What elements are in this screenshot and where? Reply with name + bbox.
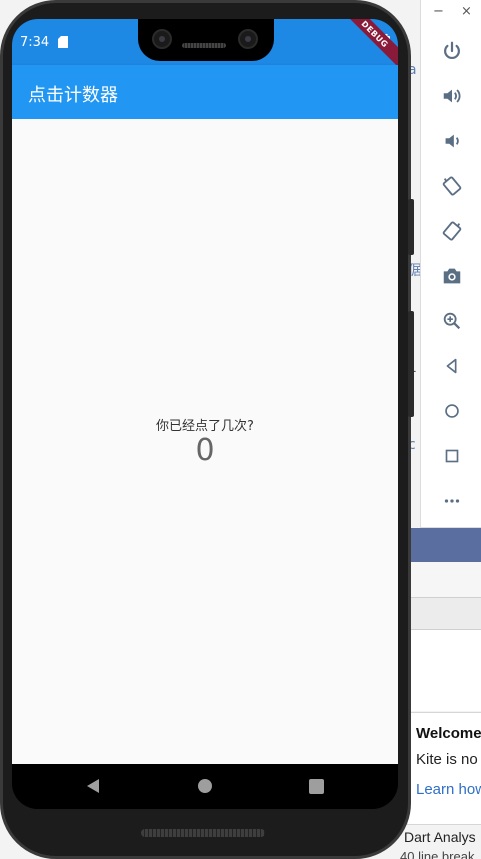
front-camera-icon [238,29,258,49]
rotate-right-button[interactable] [437,216,467,246]
nav-back-button[interactable] [83,776,103,796]
counter-value: 0 [195,433,215,468]
status-time: 7:34 [20,35,50,50]
phone-power-key[interactable] [408,199,414,255]
front-camera-icon [152,29,172,49]
overview-icon [308,778,324,794]
app-title: 点击计数器 [28,85,118,106]
zoom-icon [443,312,461,330]
back-icon [446,358,457,374]
rotate-right-icon [442,221,462,241]
earpiece-speaker [182,43,226,48]
ide-panel-strip [400,562,481,598]
welcome-panel: Welcome Kite is no Learn how [408,712,481,824]
ide-editor-area [400,630,481,711]
nav-overview-button[interactable] [306,776,326,796]
phone-screen: 7:34 DEBUG 点击计数器 你已经点了几次? 0 [12,19,398,809]
back-icon [87,779,99,793]
rotate-left-icon [442,176,462,196]
zoom-button[interactable] [437,306,467,336]
minimize-button[interactable]: − [433,4,444,19]
bottom-speaker [141,829,265,837]
phone-frame: 7:34 DEBUG 点击计数器 你已经点了几次? 0 [0,0,414,859]
camera-icon [443,268,461,284]
home-icon [198,779,212,793]
emulator-overview-button[interactable] [437,441,467,471]
debug-banner: DEBUG [338,19,398,71]
ide-panel-strip [400,598,481,630]
app-bar: 点击计数器 [12,65,398,119]
app-body: 你已经点了几次? 0 [12,119,398,764]
volume-down-icon [445,134,459,148]
learn-how-link[interactable]: Learn how [416,781,481,798]
navigation-bar [12,764,398,809]
line-break-indicator[interactable]: 40 line break [400,849,474,859]
counter-prompt: 你已经点了几次? [156,419,254,434]
sd-card-icon [58,36,68,48]
dart-analysis-tab[interactable]: Dart Analys [404,829,476,845]
emulator-back-button[interactable] [437,351,467,381]
nav-home-button[interactable] [195,776,215,796]
rotate-left-button[interactable] [437,171,467,201]
more-icon [444,499,460,503]
phone-volume-key[interactable] [408,311,414,417]
volume-down-button[interactable] [437,126,467,156]
emulator-toolbar: − × [420,0,481,528]
ide-status-strip: Dart Analys 40 line break [400,824,481,859]
volume-up-icon [443,89,461,103]
volume-up-button[interactable] [437,81,467,111]
emulator-home-button[interactable] [437,396,467,426]
close-button[interactable]: × [461,4,472,19]
power-icon [444,41,460,60]
home-icon [445,404,459,418]
debug-label: DEBUG [359,19,391,50]
screenshot-button[interactable] [437,261,467,291]
power-button[interactable] [437,36,467,66]
welcome-title: Welcome [416,725,481,742]
overview-icon [445,449,459,463]
welcome-body: Kite is no [416,751,478,768]
more-button[interactable] [437,486,467,516]
ide-blue-bar [400,528,481,562]
camera-notch [138,19,274,61]
